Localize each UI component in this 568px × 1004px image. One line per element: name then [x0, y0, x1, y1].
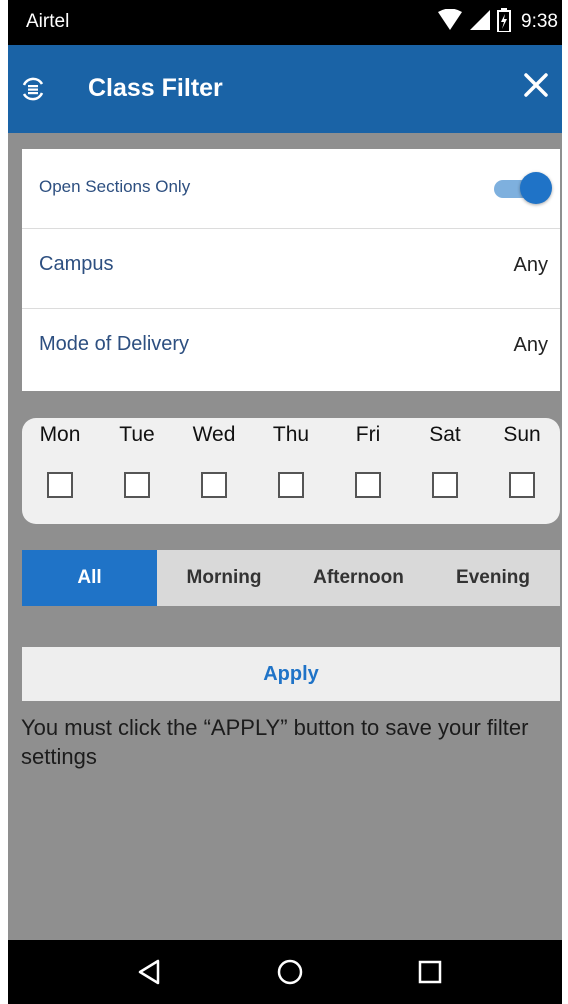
- day-checkbox-thu[interactable]: [278, 472, 304, 498]
- close-icon[interactable]: [516, 65, 556, 105]
- phone-screen: Airtel 9:38 Class Filter Open Sections O…: [8, 0, 562, 1004]
- mode-of-delivery-value: Any: [513, 334, 548, 356]
- time-option-morning[interactable]: Morning: [157, 550, 291, 606]
- apply-button[interactable]: Apply: [22, 647, 560, 701]
- day-sat: Sat: [407, 418, 483, 524]
- day-checkbox-sat[interactable]: [432, 472, 458, 498]
- recents-icon[interactable]: [412, 954, 448, 990]
- day-sun: Sun: [484, 418, 560, 524]
- open-sections-toggle[interactable]: [490, 172, 552, 204]
- day-label-sun: Sun: [503, 423, 541, 446]
- page-title: Class Filter: [88, 74, 223, 102]
- campus-label: Campus: [39, 253, 114, 275]
- days-panel: Mon Tue Wed Thu Fri Sat Sun: [22, 418, 560, 524]
- day-checkbox-fri[interactable]: [355, 472, 381, 498]
- day-checkbox-tue[interactable]: [124, 472, 150, 498]
- day-wed: Wed: [176, 418, 252, 524]
- wifi-icon: [437, 8, 463, 36]
- day-label-sat: Sat: [429, 423, 461, 446]
- campus-value: Any: [513, 254, 548, 276]
- nav-bar: [8, 940, 562, 1004]
- back-icon[interactable]: [132, 954, 168, 990]
- status-icons: 9:38: [437, 7, 558, 37]
- day-checkbox-wed[interactable]: [201, 472, 227, 498]
- mode-of-delivery-row[interactable]: Mode of Delivery Any: [22, 309, 560, 389]
- day-fri: Fri: [330, 418, 406, 524]
- day-tue: Tue: [99, 418, 175, 524]
- time-option-afternoon[interactable]: Afternoon: [291, 550, 426, 606]
- day-checkbox-sun[interactable]: [509, 472, 535, 498]
- battery-icon: [497, 7, 512, 37]
- toggle-thumb: [520, 172, 552, 204]
- app-bar: Class Filter: [8, 45, 562, 133]
- home-icon[interactable]: [272, 954, 308, 990]
- mode-of-delivery-label: Mode of Delivery: [39, 333, 190, 355]
- status-bar: Airtel 9:38: [8, 0, 562, 45]
- day-checkbox-mon[interactable]: [47, 472, 73, 498]
- refresh-list-icon[interactable]: [20, 76, 46, 102]
- day-label-wed: Wed: [192, 423, 236, 446]
- campus-row[interactable]: Campus Any: [22, 229, 560, 309]
- open-sections-label: Open Sections Only: [39, 177, 191, 196]
- day-mon: Mon: [22, 418, 98, 524]
- apply-note: You must click the “APPLY” button to sav…: [21, 715, 529, 769]
- day-label-thu: Thu: [272, 423, 310, 446]
- carrier-name: Airtel: [26, 11, 70, 32]
- open-sections-row[interactable]: Open Sections Only: [22, 149, 560, 229]
- day-thu: Thu: [253, 418, 329, 524]
- day-label-mon: Mon: [39, 423, 81, 446]
- time-option-evening[interactable]: Evening: [426, 550, 560, 606]
- signal-icon: [469, 9, 491, 36]
- time-of-day-selector: All Morning Afternoon Evening: [22, 550, 560, 606]
- filter-card: Open Sections Only Campus Any Mode of De…: [22, 149, 560, 391]
- day-label-fri: Fri: [355, 423, 381, 446]
- day-label-tue: Tue: [119, 423, 155, 446]
- time-option-all[interactable]: All: [22, 550, 157, 606]
- status-time: 9:38: [521, 11, 558, 32]
